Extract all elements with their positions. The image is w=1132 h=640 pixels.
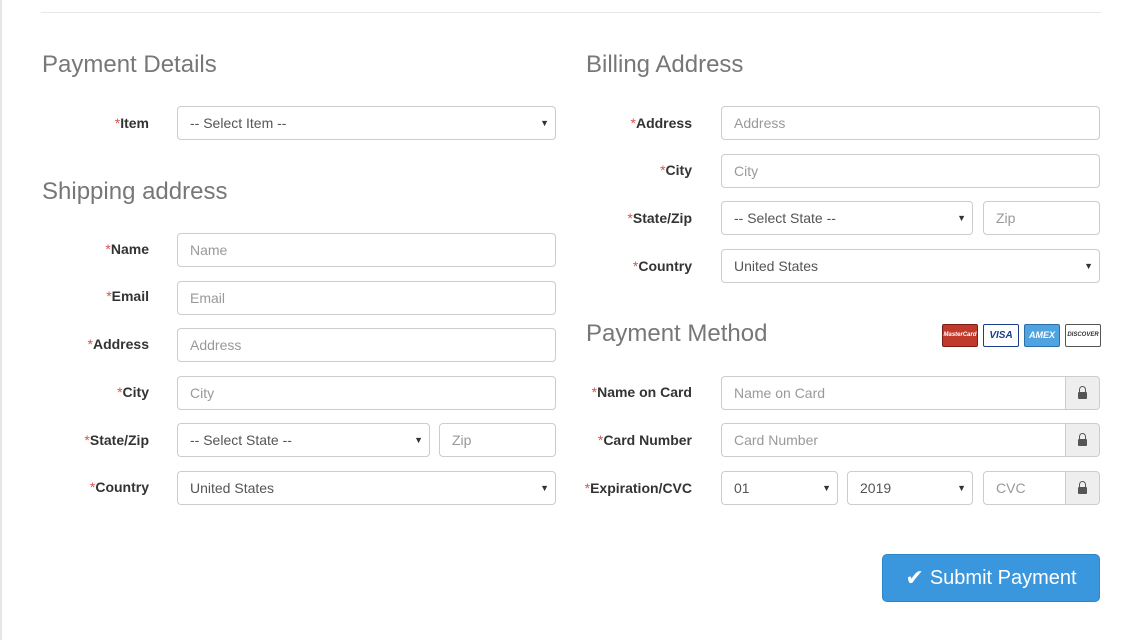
item-label: *Item (114, 115, 149, 131)
mastercard-icon: MasterCard (942, 324, 978, 347)
chevron-down-icon: ▼ (822, 483, 831, 493)
payment-details-title: Payment Details (42, 51, 217, 78)
cvc-addon (1066, 471, 1100, 505)
billing-country-select[interactable]: United States ▼ (721, 249, 1100, 283)
shipping-email-input[interactable] (177, 281, 556, 315)
shipping-state-select[interactable]: -- Select State -- ▼ (177, 423, 430, 457)
billing-zip-input[interactable] (983, 201, 1100, 235)
submit-payment-button[interactable]: ✔ Submit Payment (882, 554, 1100, 602)
shipping-email-label: *Email (106, 288, 149, 304)
card-number-label: *Card Number (597, 432, 692, 448)
shipping-city-input[interactable] (177, 376, 556, 410)
shipping-country-select[interactable]: United States ▼ (177, 471, 556, 505)
billing-address-input[interactable] (721, 106, 1100, 140)
amex-icon: AMEX (1024, 324, 1060, 347)
card-number-addon (1066, 423, 1100, 457)
shipping-city-label: *City (117, 384, 149, 400)
shipping-address-title: Shipping address (42, 178, 228, 205)
lock-icon (1078, 433, 1087, 446)
chevron-down-icon: ▼ (957, 483, 966, 493)
shipping-name-input[interactable] (177, 233, 556, 267)
checkmark-icon: ✔ (905, 565, 924, 590)
chevron-down-icon: ▼ (957, 213, 966, 223)
top-divider (41, 12, 1101, 13)
name-on-card-input[interactable] (721, 376, 1066, 410)
item-select[interactable]: -- Select Item -- ▼ (177, 106, 556, 140)
page-left-border (0, 0, 2, 640)
payment-method-title: Payment Method (586, 320, 768, 347)
expiration-month-select[interactable]: 01 ▼ (721, 471, 838, 505)
billing-statezip-label: *State/Zip (627, 210, 692, 226)
shipping-address-label: *Address (87, 336, 149, 352)
card-number-input[interactable] (721, 423, 1066, 457)
lock-icon (1078, 386, 1087, 399)
billing-city-label: *City (660, 162, 692, 178)
discover-icon: DISCOVER (1065, 324, 1101, 347)
visa-icon: VISA (983, 324, 1019, 347)
billing-city-input[interactable] (721, 154, 1100, 188)
billing-country-label: *Country (632, 258, 692, 274)
shipping-zip-input[interactable] (439, 423, 556, 457)
shipping-name-label: *Name (105, 241, 149, 257)
expiration-year-select[interactable]: 2019 ▼ (847, 471, 973, 505)
billing-address-label: *Address (630, 115, 692, 131)
billing-address-title: Billing Address (586, 51, 744, 78)
chevron-down-icon: ▼ (1084, 261, 1093, 271)
shipping-address-input[interactable] (177, 328, 556, 362)
cvc-input[interactable] (983, 471, 1066, 505)
shipping-country-label: *Country (89, 479, 149, 495)
expiration-cvc-label: *Expiration/CVC (584, 480, 692, 496)
name-on-card-label: *Name on Card (591, 384, 692, 400)
submit-payment-label: Submit Payment (929, 566, 1077, 589)
lock-icon (1078, 481, 1087, 494)
name-on-card-addon (1066, 376, 1100, 410)
shipping-statezip-label: *State/Zip (84, 432, 149, 448)
billing-state-select[interactable]: -- Select State -- ▼ (721, 201, 973, 235)
chevron-down-icon: ▼ (414, 435, 423, 445)
